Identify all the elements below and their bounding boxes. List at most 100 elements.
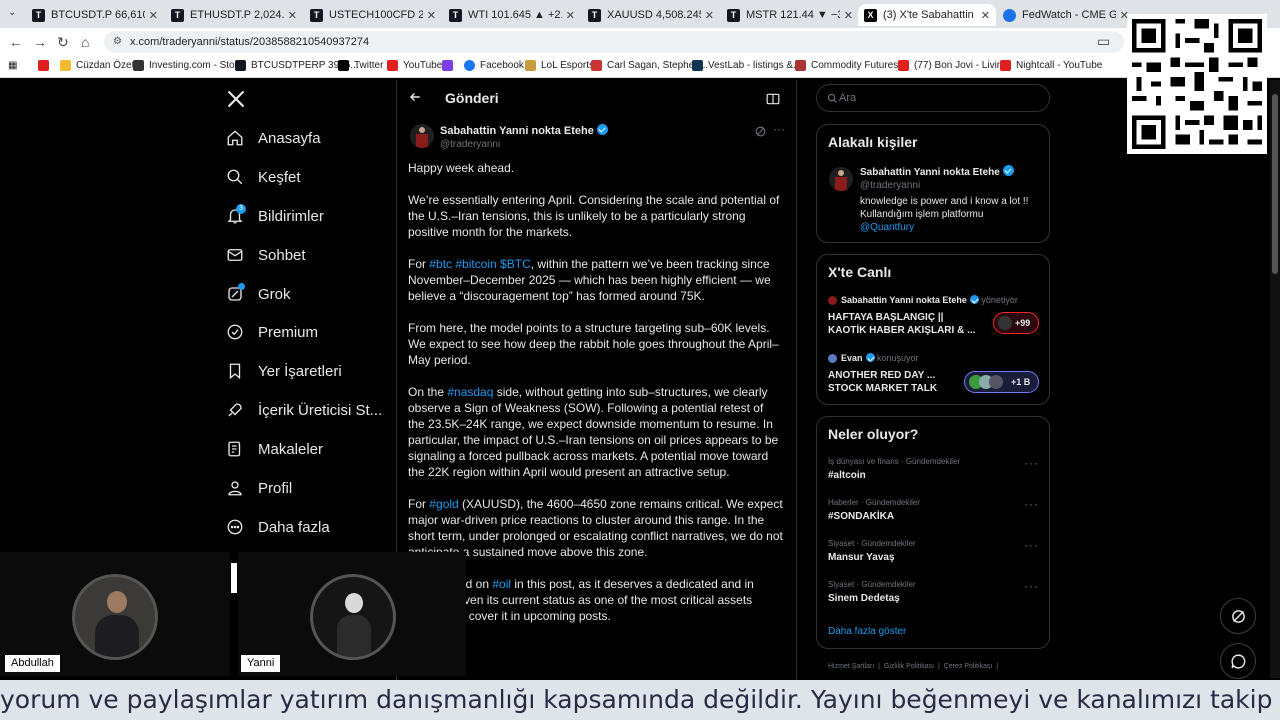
bookmark-label: (77) Bon Jovi - Livin... [914, 60, 1011, 71]
home-icon[interactable]: ⌂ [81, 34, 89, 50]
trend-item[interactable]: Haberler · Gündemdekiler #SONDAKİKA ··· [817, 496, 1049, 534]
browser-tab[interactable]: T ETHUSDT.P 2,024.74 ▲ + ✕ [165, 4, 303, 26]
close-icon[interactable]: ✕ [981, 9, 990, 22]
scrollbar-track[interactable] [1270, 80, 1280, 678]
post-paragraph: For #btc #bitcoin $BTC, within the patte… [408, 256, 783, 304]
bookmark-item[interactable]: Cüzdan Özeti [60, 60, 137, 71]
nav-grok[interactable]: Grok [226, 280, 291, 308]
bookmark-item[interactable]: VestLab - listings &... [692, 60, 801, 71]
more-options-icon[interactable]: ··· [773, 122, 785, 136]
apps-icon[interactable]: ▦ [8, 60, 17, 71]
site-info-icon[interactable]: ⚙ [113, 31, 122, 53]
tradingview-icon: T [588, 8, 601, 22]
avatar[interactable] [410, 124, 434, 148]
browser-tab-bar: ⌄ T BTCUSDT.P 66,610.0 ▲ +0. ✕ T ETHUSDT.P … [0, 0, 1280, 28]
back-icon[interactable]: ← [9, 34, 23, 50]
post-paragraph: On the #nasdaq side, without getting int… [408, 384, 783, 480]
close-icon[interactable]: ✕ [844, 9, 853, 22]
trend-name: #SONDAKİKA [828, 511, 895, 522]
more-circle-icon [227, 519, 243, 535]
nav-premium[interactable]: Premium [226, 318, 318, 346]
nav-label: Anasayfa [258, 129, 321, 147]
trend-item[interactable]: Siyaset · Gündemdekiler Mansur Yavaş ··· [817, 537, 1049, 575]
browser-tab[interactable]: T BTCUSDT.P 66,610.0 ▲ +0. ✕ [26, 4, 164, 26]
tab-list-icon[interactable]: ⌄ [8, 7, 16, 18]
grok-icon[interactable] [754, 125, 767, 143]
bookmark-item[interactable]: Twitter [338, 60, 383, 71]
bookmark-item[interactable]: Commodity Futures... [795, 60, 907, 71]
reload-icon[interactable]: ↻ [57, 34, 69, 51]
tab-title: USTECH100CFD 22,920.1 [329, 9, 423, 21]
nav-profile[interactable]: Profil [226, 474, 292, 502]
hashtag-link[interactable]: #gold [429, 497, 458, 511]
show-more-link[interactable]: Daha fazla göster [828, 626, 906, 637]
browser-tab[interactable]: T USTECH100CFD 22,920.1 ✕ [304, 4, 442, 26]
live-space-item[interactable]: Evan konuşuyor ANOTHER RED DAY ... STOCK… [828, 353, 1040, 397]
browser-tab[interactable]: T WTI 101.645 ▲ +2.99% U ✕ [443, 4, 581, 26]
browser-tab[interactable]: FedWatch - CME Group✕ [997, 4, 1135, 26]
install-app-icon[interactable]: ▭ [1097, 33, 1110, 50]
close-icon[interactable]: ✕ [149, 9, 158, 22]
related-name[interactable]: Sabahattin Yanni nokta Etehe [860, 165, 1014, 178]
nav-chat[interactable]: Sohbet [226, 241, 306, 269]
live-space-item[interactable]: Sabahattin Yanni nokta Etehe yönetiyor H… [828, 295, 1040, 345]
footer-link[interactable]: Hizmet Şartları [828, 663, 874, 670]
home-icon [227, 130, 243, 146]
search-input[interactable]: Ara [816, 84, 1050, 112]
url-bar[interactable]: ⚙ x.com/traderyanni/status/2038588210540… [104, 31, 1124, 53]
close-icon[interactable]: ✕ [288, 9, 297, 22]
nav-articles[interactable]: Makaleler [226, 435, 323, 463]
footer-link[interactable]: Çerez Politikası [944, 663, 993, 670]
bookmark-item[interactable]: Carl Sagan, Stephen... [591, 60, 708, 71]
nav-creator-studio[interactable]: İçerik Üreticisi St... [226, 396, 382, 424]
close-icon[interactable]: ✕ [566, 9, 575, 22]
browser-tab[interactable]: T MSTR 121.44 ▼ −3.64% U ✕ [721, 4, 859, 26]
bookmark-item[interactable]: Facebook [464, 60, 524, 71]
bookmark-item[interactable]: LoL Esports [525, 60, 594, 71]
nav-more[interactable]: Daha fazla [226, 513, 330, 541]
grok-fab[interactable] [1220, 598, 1256, 634]
avatar[interactable] [829, 167, 853, 191]
reader-mode-icon[interactable] [766, 92, 780, 110]
hashtag-link[interactable]: #nasdaq [447, 385, 493, 399]
more-options-icon[interactable]: ··· [1024, 456, 1039, 470]
more-options-icon[interactable]: ··· [1024, 497, 1039, 511]
nav-explore[interactable]: Keşfet [226, 163, 301, 191]
messages-fab[interactable] [1220, 643, 1256, 679]
footer-link[interactable]: Gizlilik Politikası [884, 663, 934, 670]
bookmark-item[interactable]: YouTube [387, 60, 442, 71]
forward-icon[interactable]: → [33, 34, 47, 50]
trend-item[interactable]: İş dünyası ve finans · Gündemdekiler #al… [817, 455, 1049, 493]
tradingview-icon: T [171, 8, 184, 22]
bookmark-item[interactable]: (77) Bon Jovi - Livin... [898, 60, 1011, 71]
close-icon[interactable]: ✕ [705, 9, 714, 22]
author-handle[interactable]: @traderyanni [440, 139, 500, 150]
scrollbar-thumb[interactable] [1272, 94, 1278, 274]
nav-home[interactable]: Anasayfa [226, 124, 321, 152]
author-name[interactable]: Sabahattin Yanni nokta Etehe [440, 124, 608, 137]
trend-item[interactable]: Siyaset · Gündemdekiler Sinem Dedetaş ··… [817, 578, 1049, 616]
nav-notifications[interactable]: 3 Bildirimler [226, 202, 324, 230]
mention-link[interactable]: @Quantfury [860, 222, 914, 233]
bookmark-item[interactable]: Investing.com - Sto... [133, 60, 243, 71]
hashtag-link[interactable]: #btc #bitcoin $BTC [429, 257, 530, 271]
more-options-icon[interactable]: ··· [1024, 579, 1039, 593]
panel-title: X'te Canlı [828, 264, 892, 280]
chat-bubble-icon [1231, 654, 1246, 669]
bookmark-item[interactable] [38, 60, 54, 71]
hashtag-link[interactable]: #oil [492, 577, 511, 591]
close-icon[interactable]: ✕ [427, 9, 436, 22]
related-handle[interactable]: @traderyanni [860, 180, 920, 191]
more-options-icon[interactable]: ··· [1024, 538, 1039, 552]
nav-bookmarks[interactable]: Yer İşaretleri [226, 357, 342, 385]
back-arrow-icon[interactable] [408, 90, 422, 109]
bookmark-item[interactable] [442, 60, 458, 71]
bookmark-label: Commodity Futures... [811, 60, 907, 71]
article-icon [228, 441, 241, 457]
bookmark-label: Cüzdan Özeti [76, 60, 137, 71]
browser-tab-active[interactable]: X (3) X'te Sabahattin Yanni ✕ [858, 4, 996, 26]
browser-tab[interactable]: T XAUUSD 4,508.245 ▲ +0. ✕ [582, 4, 720, 26]
post-button-fragment[interactable] [231, 563, 237, 593]
bookmark-item[interactable]: Nightcall - YouTube [1000, 60, 1102, 71]
x-logo-icon[interactable] [226, 89, 246, 114]
